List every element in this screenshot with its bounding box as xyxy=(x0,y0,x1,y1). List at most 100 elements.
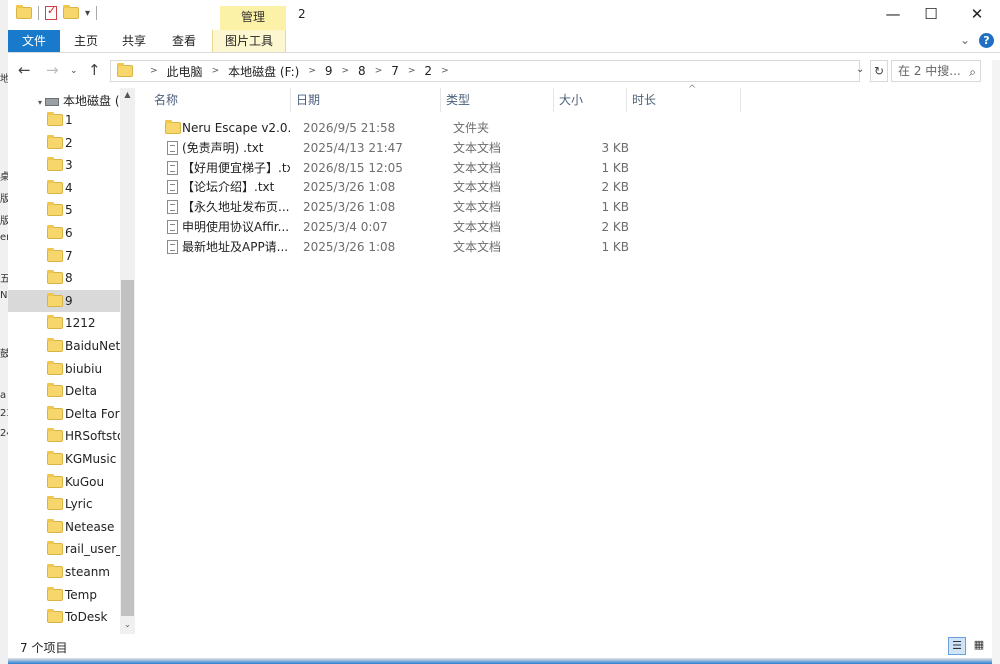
nav-item-folder[interactable]: Temp xyxy=(8,584,120,606)
scroll-down-icon[interactable]: ⌄ xyxy=(120,618,135,632)
nav-item-folder[interactable]: 1 xyxy=(8,109,120,131)
nav-item-folder[interactable]: KuGou xyxy=(8,471,120,493)
nav-item-label: Netease xyxy=(65,519,115,534)
details-view-icon[interactable]: ☰ xyxy=(948,637,966,655)
nav-item-folder[interactable]: 4 xyxy=(8,177,120,199)
nav-item-folder[interactable]: 9 xyxy=(8,289,120,312)
folder-icon xyxy=(47,292,63,307)
nav-item-folder[interactable]: 8 xyxy=(8,267,120,289)
divider xyxy=(8,658,1000,664)
nav-item-folder[interactable]: Delta xyxy=(8,380,120,402)
back-arrow-icon[interactable]: ← xyxy=(18,61,31,79)
text-file-icon xyxy=(167,180,178,195)
column-header-name[interactable]: 名称 xyxy=(154,88,178,112)
expand-ribbon-icon[interactable]: ⌄ xyxy=(960,33,970,47)
search-placeholder: 在 2 中搜... xyxy=(898,64,961,78)
nav-item-folder[interactable]: ToDesk xyxy=(8,606,120,628)
nav-item-folder[interactable]: 6 xyxy=(8,222,120,244)
file-date: 2025/3/26 1:08 xyxy=(303,239,396,254)
file-date: 2025/3/26 1:08 xyxy=(303,200,396,215)
column-header-duration[interactable]: 时长 xyxy=(632,88,656,112)
breadcrumb-8[interactable]: 8 xyxy=(358,64,366,78)
file-row[interactable]: 【论坛介绍】.txt 2025/3/26 1:08 文本文档 2 KB xyxy=(148,177,668,197)
text-file-icon xyxy=(167,239,178,254)
close-button[interactable]: ✕ xyxy=(954,0,1000,30)
nav-item-folder[interactable]: 7 xyxy=(8,245,120,267)
nav-item-folder[interactable]: Lyric xyxy=(8,493,120,515)
nav-scrollbar[interactable]: ▲ ⌄ xyxy=(120,88,135,634)
expand-icon[interactable]: ▾ xyxy=(38,98,42,107)
file-row[interactable]: 最新地址及APP请... 2025/3/26 1:08 文本文档 1 KB xyxy=(148,237,668,257)
tab-picture-tools[interactable]: 图片工具 xyxy=(212,30,286,52)
chevron-right-icon[interactable]: > xyxy=(150,66,158,76)
chevron-right-icon[interactable]: > xyxy=(342,66,350,76)
nav-item-folder[interactable]: 3 xyxy=(8,154,120,176)
folder-icon[interactable] xyxy=(16,5,32,19)
nav-item-label: 7 xyxy=(65,248,73,263)
tab-home[interactable]: 主页 xyxy=(66,30,106,52)
breadcrumb-this-pc[interactable]: 此电脑 xyxy=(167,63,203,80)
nav-item-folder[interactable]: BaiduNetd xyxy=(8,335,120,357)
nav-item-folder[interactable]: HRSoftsto xyxy=(8,425,120,447)
refresh-icon[interactable]: ↻ xyxy=(870,60,888,82)
breadcrumb-drive-f[interactable]: 本地磁盘 (F:) xyxy=(228,63,299,80)
file-row[interactable]: 【永久地址发布页... 2025/3/26 1:08 文本文档 1 KB xyxy=(148,197,668,217)
file-type: 文本文档 xyxy=(453,220,502,234)
nav-item-folder[interactable]: 1212 xyxy=(8,312,120,334)
file-type: 文本文档 xyxy=(453,200,502,215)
nav-scrollbar-thumb[interactable] xyxy=(121,280,134,616)
file-row[interactable]: (免责声明) .txt 2025/4/13 21:47 文本文档 3 KB xyxy=(148,138,668,158)
forward-arrow-icon[interactable]: → xyxy=(46,61,59,79)
file-row[interactable]: Neru Escape v2.0... 2026/9/5 21:58 文件夹 xyxy=(148,118,668,138)
recent-locations-chevron-icon[interactable]: ⌄ xyxy=(70,66,78,76)
new-folder-icon[interactable] xyxy=(63,5,79,19)
file-date: 2025/3/4 0:07 xyxy=(303,220,388,234)
file-name: 【论坛介绍】.txt xyxy=(182,180,275,195)
search-input[interactable]: 在 2 中搜... ⌕ xyxy=(891,60,981,82)
nav-item-label: Temp xyxy=(65,587,97,602)
tab-file[interactable]: 文件 xyxy=(8,30,60,52)
column-header-type[interactable]: 类型 xyxy=(446,88,470,112)
folder-icon xyxy=(47,564,63,578)
chevron-right-icon[interactable]: > xyxy=(375,66,383,76)
customize-toolbar-icon[interactable]: ▾ xyxy=(85,8,90,19)
breadcrumb-2[interactable]: 2 xyxy=(424,64,432,78)
nav-item-folder[interactable]: steanm xyxy=(8,561,120,583)
tab-view[interactable]: 查看 xyxy=(164,30,204,52)
chevron-right-icon[interactable]: > xyxy=(308,66,316,76)
tab-share[interactable]: 共享 xyxy=(114,30,154,52)
nav-item-folder[interactable]: 5 xyxy=(8,199,120,221)
up-arrow-icon[interactable]: ↑ xyxy=(88,61,101,79)
nav-item-label: HRSoftsto xyxy=(65,429,120,444)
address-bar[interactable]: > 此电脑 > 本地磁盘 (F:) > 9 > 8 > 7 > 2 > xyxy=(110,60,860,82)
chevron-right-icon[interactable]: > xyxy=(441,66,449,76)
large-icons-view-icon[interactable]: ▦ xyxy=(970,637,988,655)
tab-manage[interactable]: 管理 xyxy=(220,6,286,30)
file-row[interactable]: 【好用便宜梯子】.txt 2026/8/15 12:05 文本文档 1 KB xyxy=(148,158,668,178)
nav-item-folder[interactable]: biubiu xyxy=(8,358,120,380)
nav-item-label: 4 xyxy=(65,180,73,195)
nav-item-folder[interactable]: 2 xyxy=(8,132,120,154)
maximize-button[interactable]: ☐ xyxy=(908,0,954,30)
column-header-size[interactable]: 大小 xyxy=(559,88,583,112)
chevron-right-icon[interactable]: > xyxy=(212,66,220,76)
address-dropdown-icon[interactable]: ⌄ xyxy=(856,64,864,75)
properties-icon[interactable] xyxy=(45,4,57,20)
file-name: 最新地址及APP请... xyxy=(182,239,289,254)
folder-icon xyxy=(47,134,63,149)
file-row[interactable]: 申明使用协议Affir... 2025/3/4 0:07 文本文档 2 KB xyxy=(148,217,668,237)
nav-item-folder[interactable]: Delta Forc xyxy=(8,403,120,425)
help-icon[interactable]: ? xyxy=(979,33,994,48)
nav-item-folder[interactable]: rail_user_d xyxy=(8,538,120,560)
folder-icon xyxy=(47,225,63,239)
breadcrumb-7[interactable]: 7 xyxy=(391,64,399,78)
scroll-up-icon[interactable]: ▲ xyxy=(120,88,135,102)
column-header-date[interactable]: 日期 xyxy=(296,88,320,112)
file-type: 文件夹 xyxy=(453,121,490,135)
nav-item-folder[interactable]: Netease xyxy=(8,516,120,538)
chevron-right-icon[interactable]: > xyxy=(408,66,416,76)
nav-item-folder[interactable]: KGMusic xyxy=(8,448,120,470)
breadcrumb-9[interactable]: 9 xyxy=(325,64,333,78)
folder-icon xyxy=(47,473,63,488)
folder-icon xyxy=(47,157,63,172)
